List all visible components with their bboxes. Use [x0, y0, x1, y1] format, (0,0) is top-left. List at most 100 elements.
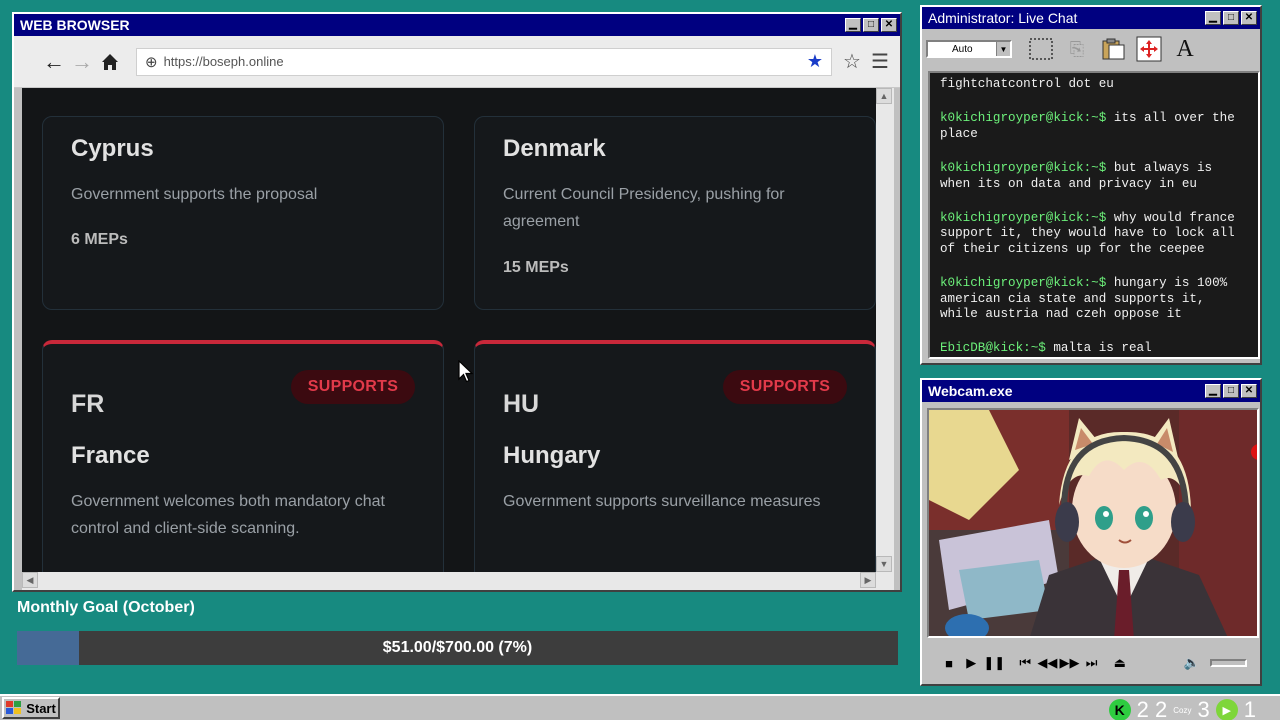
browser-navbar: ← → ⊕ https://boseph.online ★ ☆ ☰ [14, 36, 900, 88]
country-name: Cyprus [71, 135, 154, 162]
menu-icon[interactable]: ☰ [866, 48, 894, 76]
browser-titlebar[interactable]: WEB BROWSER ▁ □ ✕ [14, 14, 900, 36]
volume-slider[interactable] [1210, 659, 1248, 667]
minimize-button[interactable]: ▁ [1205, 11, 1221, 25]
browser-title: WEB BROWSER [20, 17, 130, 33]
taskbar: Start K 2 2 Cozy 3 ▶ 1 [0, 694, 1280, 720]
close-button[interactable]: ✕ [1241, 384, 1257, 398]
address-bar[interactable]: ⊕ https://boseph.online ★ [136, 47, 832, 76]
volume-icon[interactable]: 🔈 [1182, 652, 1202, 674]
play-circle-icon[interactable]: ▶ [1215, 699, 1238, 720]
media-controls: ■ ▶ ❚❚ ⏮ ◀◀ ▶▶ ⏭ ⏏ 🔈 [927, 644, 1259, 682]
country-card-france[interactable]: SUPPORTS FR France Government welcomes b… [42, 340, 444, 572]
minimize-button[interactable]: ▁ [845, 18, 861, 32]
horizontal-scrollbar[interactable]: ◀ ▶ [22, 572, 894, 590]
webcam-titlebar[interactable]: Webcam.exe ▁ □ ✕ [922, 380, 1260, 402]
tray-count: 1 [1243, 697, 1256, 720]
supports-badge: SUPPORTS [291, 370, 415, 404]
maximize-button[interactable]: □ [863, 18, 879, 32]
system-tray: K 2 2 Cozy 3 ▶ 1 [1108, 697, 1256, 720]
eject-icon[interactable]: ⏏ [1110, 652, 1130, 674]
copy-icon[interactable]: ⎘ [1062, 34, 1092, 64]
goal-progress-text: $51.00/$700.00 (7%) [382, 639, 533, 656]
bookmark-star-icon[interactable]: ★ [807, 51, 823, 72]
start-label: Start [26, 700, 56, 716]
chat-username: k0kichigroyper@kick:~$ [940, 276, 1107, 291]
move-icon[interactable] [1134, 34, 1164, 64]
kick-icon[interactable]: K [1108, 699, 1131, 720]
tray-count: 3 [1197, 697, 1210, 720]
country-code: FR [71, 390, 105, 418]
tray-label: Cozy [1173, 705, 1192, 715]
chat-message: EbicDB@kick:~$ malta is real [940, 341, 1152, 356]
chat-username: k0kichigroyper@kick:~$ [940, 111, 1107, 126]
fast-forward-icon[interactable]: ▶▶ [1059, 652, 1080, 674]
font-icon[interactable]: A [1170, 34, 1200, 64]
close-button[interactable]: ✕ [1241, 11, 1257, 25]
favorites-star-icon[interactable]: ☆ [838, 48, 866, 76]
vtuber-avatar-image [929, 410, 1257, 636]
page-content: Cyprus Government supports the proposal … [22, 88, 876, 572]
webcam-window: Webcam.exe ▁ □ ✕ ■ ▶ ❚❚ ⏮ ◀◀ ▶▶ ⏭ ⏏ 🔈 [920, 378, 1262, 686]
chat-username: EbicDB@kick:~$ [940, 341, 1046, 356]
rewind-icon[interactable]: ◀◀ [1037, 652, 1057, 674]
live-chat-window: Administrator: Live Chat ▁ □ ✕ Auto ▼ ⎘ … [920, 5, 1262, 365]
country-description: Current Council Presidency, pushing for … [503, 186, 785, 230]
skip-back-icon[interactable]: ⏮ [1015, 652, 1035, 674]
scroll-right-icon[interactable]: ▶ [860, 572, 876, 588]
country-code: HU [503, 390, 540, 418]
globe-icon: ⊕ [145, 53, 158, 71]
scroll-down-icon[interactable]: ▼ [876, 556, 892, 572]
back-arrow-icon[interactable]: ← [40, 48, 68, 76]
font-size-select[interactable]: Auto ▼ [926, 40, 1012, 58]
country-description: Government supports the proposal [71, 186, 318, 203]
maximize-button[interactable]: □ [1223, 11, 1239, 25]
minimize-button[interactable]: ▁ [1205, 384, 1221, 398]
chat-message: fightchatcontrol dot eu [940, 77, 1114, 91]
skip-forward-icon[interactable]: ⏭ [1082, 652, 1102, 674]
mep-count: 6 MEPs [71, 231, 128, 248]
url-text: https://boseph.online [163, 54, 284, 69]
country-name: Hungary [503, 442, 601, 469]
country-card-hungary[interactable]: SUPPORTS HU Hungary Government supports … [474, 340, 876, 572]
country-description: Government supports surveillance measure… [503, 493, 821, 510]
forward-arrow-icon[interactable]: → [68, 48, 96, 76]
chat-message: k0kichigroyper@kick:~$ but always is whe… [940, 161, 1213, 191]
scroll-up-icon[interactable]: ▲ [876, 88, 892, 104]
chat-username: k0kichigroyper@kick:~$ [940, 211, 1107, 226]
tray-count: 2 2 [1136, 697, 1168, 720]
country-name: France [71, 442, 150, 469]
vertical-scrollbar[interactable]: ▲ ▼ [876, 88, 894, 572]
pause-icon[interactable]: ❚❚ [983, 652, 1005, 674]
webcam-title: Webcam.exe [928, 383, 1013, 399]
chat-toolbar: Auto ▼ ⎘ A [922, 29, 1260, 69]
country-description: Government welcomes both mandatory chat … [71, 493, 385, 537]
home-icon[interactable] [96, 48, 124, 76]
font-size-value: Auto [952, 43, 973, 55]
goal-title: Monthly Goal (October) [17, 599, 195, 616]
paste-icon[interactable] [1098, 34, 1128, 64]
webcam-feed [927, 408, 1259, 638]
chat-title: Administrator: Live Chat [928, 10, 1078, 26]
mouse-cursor-icon [458, 360, 474, 383]
chevron-down-icon[interactable]: ▼ [996, 42, 1010, 56]
supports-badge: SUPPORTS [723, 370, 847, 404]
maximize-button[interactable]: □ [1223, 384, 1239, 398]
start-button[interactable]: Start [2, 697, 60, 719]
chat-message: k0kichigroyper@kick:~$ hungary is 100% a… [940, 276, 1228, 322]
chat-titlebar[interactable]: Administrator: Live Chat ▁ □ ✕ [922, 7, 1260, 29]
goal-progress-bar: $51.00/$700.00 (7%) [17, 631, 898, 665]
browser-window: WEB BROWSER ▁ □ ✕ ← → ⊕ https://boseph.o… [12, 12, 902, 592]
chat-message: k0kichigroyper@kick:~$ why would france … [940, 211, 1235, 256]
chat-log[interactable]: fightchatcontrol dot eu k0kichigroyper@k… [928, 71, 1260, 359]
scroll-left-icon[interactable]: ◀ [22, 572, 38, 588]
select-icon[interactable] [1026, 34, 1056, 64]
play-icon[interactable]: ▶ [961, 652, 981, 674]
close-button[interactable]: ✕ [881, 18, 897, 32]
chat-username: k0kichigroyper@kick:~$ [940, 161, 1107, 176]
country-card-cyprus[interactable]: Cyprus Government supports the proposal … [42, 116, 444, 310]
stop-icon[interactable]: ■ [939, 652, 959, 674]
chat-message: k0kichigroyper@kick:~$ its all over the … [940, 111, 1235, 141]
country-card-denmark[interactable]: Denmark Current Council Presidency, push… [474, 116, 876, 310]
mep-count: 15 MEPs [503, 259, 569, 276]
